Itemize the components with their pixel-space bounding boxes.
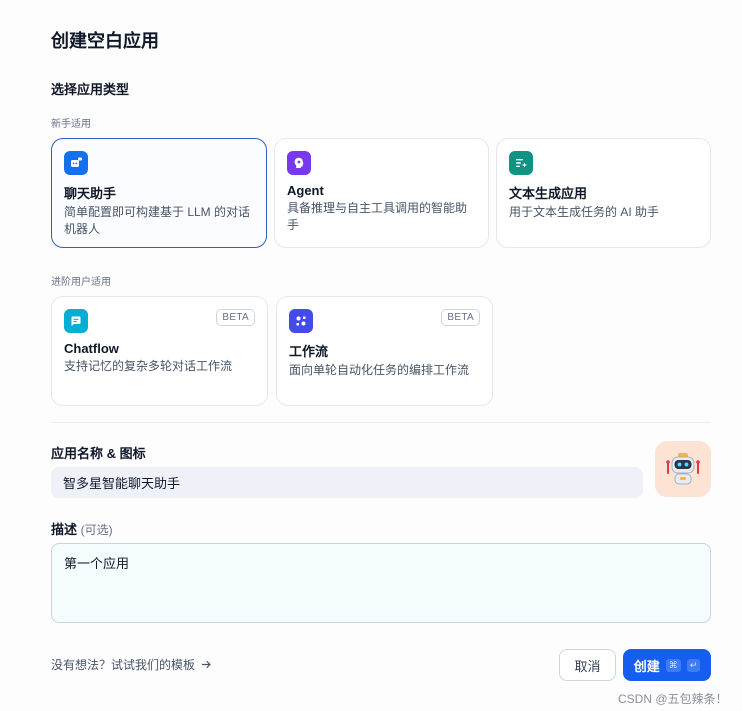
arrow-right-icon (201, 660, 211, 669)
card-title: 聊天助手 (64, 186, 117, 201)
workflow-icon (289, 309, 313, 333)
create-button-label: 创建 (633, 658, 660, 674)
app-type-card-agent[interactable]: Agent 具备推理与自主工具调用的智能助手 (274, 138, 489, 248)
dialog-title: 创建空白应用 (51, 31, 159, 51)
command-key-icon: ⌘ (665, 658, 681, 672)
app-name-label: 应用名称 & 图标 (51, 446, 146, 461)
text-generation-icon (509, 151, 533, 175)
app-name-input[interactable] (51, 467, 643, 498)
chatflow-icon (64, 309, 88, 333)
chat-bot-icon (64, 151, 88, 175)
card-description: 支持记忆的复杂多轮对话工作流 (64, 359, 233, 373)
card-description: 用于文本生成任务的 AI 助手 (509, 205, 660, 219)
enter-key-icon: ↵ (686, 658, 701, 672)
card-title: 文本生成应用 (509, 186, 588, 201)
card-description: 简单配置即可构建基于 LLM 的对话机器人 (64, 205, 251, 236)
agent-icon (287, 151, 311, 175)
beginner-group-label: 新手适用 (51, 119, 91, 130)
card-title: Chatflow (64, 341, 119, 356)
description-label: 描述 (可选) (51, 519, 113, 538)
create-button[interactable]: 创建 ⌘ ↵ (623, 649, 711, 681)
watermark: CSDN @五包辣条！ (618, 692, 728, 706)
optional-hint: (可选) (80, 523, 113, 537)
cancel-button[interactable]: 取消 (559, 649, 616, 681)
beta-badge: BETA (441, 309, 480, 326)
card-title: Agent (287, 183, 324, 198)
card-title: 工作流 (289, 344, 329, 359)
app-icon-picker[interactable] (655, 441, 711, 497)
template-link[interactable]: 没有想法？试试我们的模板 (51, 656, 212, 673)
app-type-card-workflow[interactable]: BETA 工作流 面向单轮自动化任务的编排工作流 (276, 296, 493, 406)
app-type-card-text-generation[interactable]: 文本生成应用 用于文本生成任务的 AI 助手 (496, 138, 711, 248)
template-link-text: 没有想法？试试我们的模板 (51, 658, 196, 672)
app-type-card-chat-assistant[interactable]: 聊天助手 简单配置即可构建基于 LLM 的对话机器人 (51, 138, 267, 248)
description-textarea[interactable]: 第一个应用 (51, 543, 711, 623)
app-type-section-title: 选择应用类型 (51, 82, 130, 97)
advanced-group-label: 进阶用户适用 (51, 277, 111, 288)
description-label-text: 描述 (51, 522, 78, 537)
beta-badge: BETA (216, 309, 255, 326)
card-description: 面向单轮自动化任务的编排工作流 (289, 363, 470, 377)
section-divider (51, 422, 711, 423)
robot-icon (666, 453, 700, 485)
app-type-card-chatflow[interactable]: BETA Chatflow 支持记忆的复杂多轮对话工作流 (51, 296, 268, 406)
card-description: 具备推理与自主工具调用的智能助手 (287, 201, 468, 232)
